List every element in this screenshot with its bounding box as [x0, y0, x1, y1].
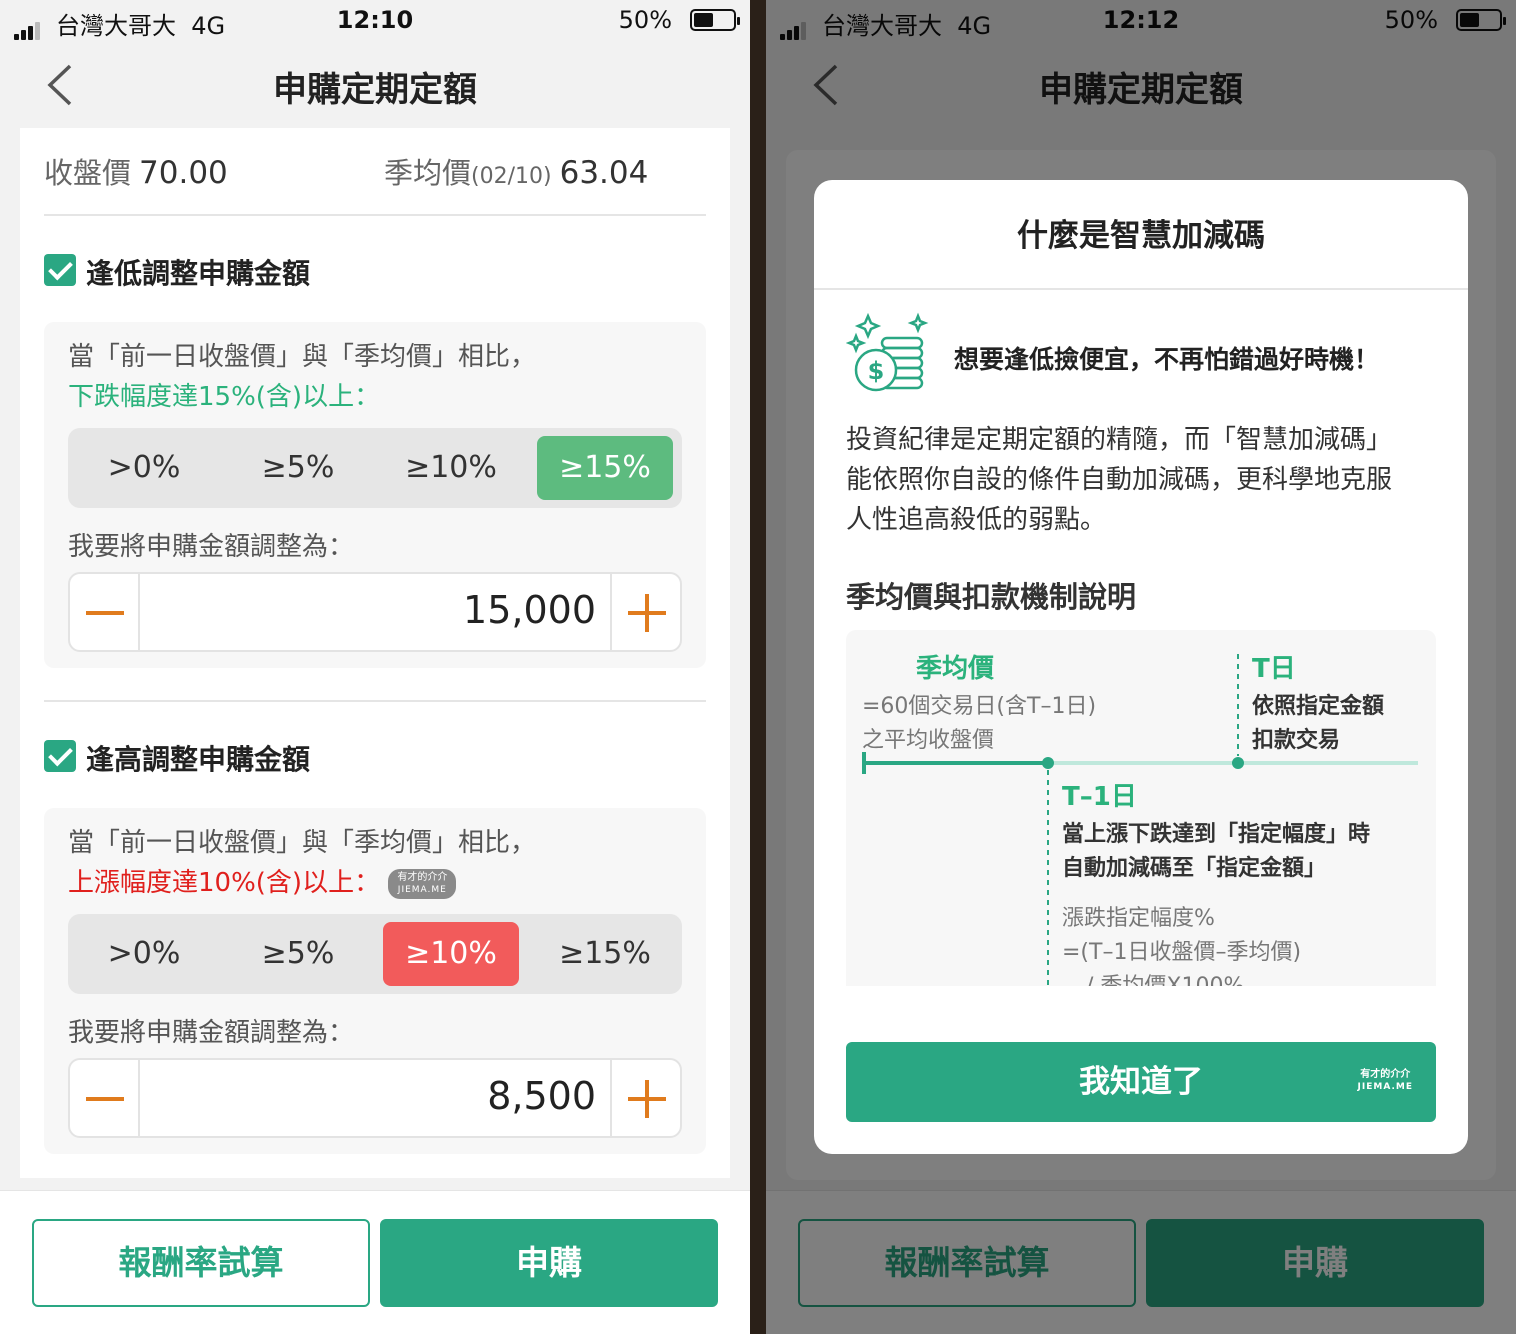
threshold-selector: >0% ≥5% ≥10% ≥15%: [68, 428, 682, 508]
form-card: 收盤價 70.00 季均價(02/10) 63.04 逢低調整申購金額 當「前一日收…: [20, 128, 730, 1178]
option-ge10[interactable]: ≥10%: [383, 436, 519, 500]
battery-percent: 50%: [618, 6, 672, 34]
option-ge5[interactable]: ≥5%: [230, 922, 366, 986]
option-gt0[interactable]: >0%: [76, 922, 212, 986]
status-bar: 台灣大哥大 4G 12:10 50%: [0, 0, 750, 42]
coins-sparkle-icon: $: [846, 312, 929, 392]
checkbox-checked-icon[interactable]: [44, 740, 76, 772]
mechanism-subtitle: 季均價與扣款機制說明: [846, 580, 1137, 614]
condition-text: 當「前一日收盤價」與「季均價」相比，: [68, 828, 537, 858]
plus-icon[interactable]: [610, 1060, 680, 1136]
battery-icon: [690, 9, 740, 31]
avg-price-desc: =60個交易日(含T–1日): [862, 694, 1097, 719]
condition-text: 當「前一日收盤價」與「季均價」相比，: [68, 342, 537, 372]
body-line: 人性追高殺低的弱點。: [846, 505, 1107, 535]
timeline-diagram: 季均價 =60個交易日(含T–1日) 之平均收盤價 T日 依照指定金額 扣款交易…: [846, 630, 1436, 986]
close-price: 收盤價 70.00: [44, 155, 228, 191]
condition-threshold: 下跌幅度達15%(含)以上：: [68, 382, 381, 412]
got-it-button[interactable]: 我知道了 有才的介介 JIEMA.ME: [846, 1042, 1436, 1122]
amount-stepper: 8,500: [68, 1058, 682, 1138]
low-adjust-label: 逢低調整申購金額: [86, 257, 311, 290]
threshold-selector: >0% ≥5% ≥10% ≥15%: [68, 914, 682, 994]
screen-right: 台灣大哥大 4G 12:12 50% 申購定期定額 報酬率試算 申購 什麼是智慧…: [766, 0, 1516, 1334]
screen-left: 台灣大哥大 4G 12:10 50% 申購定期定額 收盤價 70.00 季均價(0…: [0, 0, 750, 1334]
watermark-logo: 有才的介介 JIEMA.ME: [1357, 1069, 1413, 1092]
condition-threshold: 上漲幅度達10%(含)以上：: [68, 868, 381, 898]
amount-input[interactable]: 8,500: [487, 1074, 596, 1118]
t-minus-1-title: T–1日: [1062, 782, 1137, 812]
svg-text:$: $: [868, 357, 885, 385]
high-adjust-panel: 當「前一日收盤價」與「季均價」相比， 上漲幅度達10%(含)以上： 有才的介介 J…: [44, 808, 706, 1154]
t-minus-1-desc: 當上漲下跌達到「指定幅度」時: [1062, 822, 1371, 847]
avg-price-desc: 之平均收盤價: [862, 728, 995, 753]
smart-adjust-modal: 什麼是智慧加減碼 $ 想要逢低撿便宜，不再怕錯過好時機！ 投資紀律是定期定額的精…: [814, 180, 1468, 1154]
formula-text: =(T–1日收盤價–季均價): [1062, 940, 1302, 965]
return-calc-button[interactable]: 報酬率試算: [32, 1219, 370, 1307]
t-day-desc: 依照指定金額: [1252, 694, 1385, 719]
t-minus-1-desc: 自動加減碼至「指定金額」: [1062, 856, 1327, 881]
modal-title: 什麼是智慧加減碼: [1017, 218, 1265, 254]
modal-headline: 想要逢低撿便宜，不再怕錯過好時機！: [954, 345, 1380, 374]
formula-text: 漲跌指定幅度%: [1062, 906, 1215, 931]
t-day-desc: 扣款交易: [1252, 728, 1341, 753]
price-summary: 收盤價 70.00 季均價(02/10) 63.04: [44, 150, 706, 216]
amount-input[interactable]: 15,000: [463, 588, 596, 632]
divider: [44, 700, 706, 702]
body-line: 能依照你自設的條件自動加減碼，更科學地克服: [846, 465, 1393, 495]
minus-icon[interactable]: [70, 1060, 140, 1136]
condition-threshold-row: 上漲幅度達10%(含)以上： 有才的介介 JIEMA.ME: [68, 862, 457, 899]
body-line: 投資紀律是定期定額的精隨，而「智慧加減碼」: [846, 425, 1393, 455]
got-it-label: 我知道了: [1079, 1064, 1203, 1100]
low-adjust-panel: 當「前一日收盤價」與「季均價」相比， 下跌幅度達15%(含)以上： >0% ≥5…: [44, 322, 706, 668]
high-adjust-label: 逢高調整申購金額: [86, 743, 311, 776]
checkbox-checked-icon[interactable]: [44, 254, 76, 286]
formula-text: / 季均價X100%: [1086, 968, 1244, 986]
minus-icon[interactable]: [70, 574, 140, 650]
nav-bar: 申購定期定額: [0, 42, 750, 128]
bottom-action-bar: 報酬率試算 申購: [0, 1190, 750, 1334]
modal-divider: [814, 288, 1468, 290]
option-ge15[interactable]: ≥15%: [537, 922, 673, 986]
subscribe-button[interactable]: 申購: [380, 1219, 718, 1307]
adjust-label: 我要將申購金額調整為：: [68, 1018, 355, 1048]
option-ge15-selected[interactable]: ≥15%: [537, 436, 673, 500]
avg-price-title: 季均價: [916, 654, 995, 684]
option-ge5[interactable]: ≥5%: [230, 436, 366, 500]
option-gt0[interactable]: >0%: [76, 436, 212, 500]
plus-icon[interactable]: [610, 574, 680, 650]
amount-stepper: 15,000: [68, 572, 682, 652]
quarter-avg-price: 季均價(02/10) 63.04: [384, 155, 649, 191]
modal-body: 投資紀律是定期定額的精隨，而「智慧加減碼」 能依照你自設的條件自動加減碼，更科學…: [846, 420, 1440, 540]
adjust-label: 我要將申購金額調整為：: [68, 532, 355, 562]
t-day-title: T日: [1252, 654, 1296, 684]
screenshot-divider: [750, 0, 766, 1334]
watermark-logo: 有才的介介 JIEMA.ME: [388, 868, 457, 899]
option-ge10-selected[interactable]: ≥10%: [383, 922, 519, 986]
page-title: 申購定期定額: [273, 70, 477, 110]
